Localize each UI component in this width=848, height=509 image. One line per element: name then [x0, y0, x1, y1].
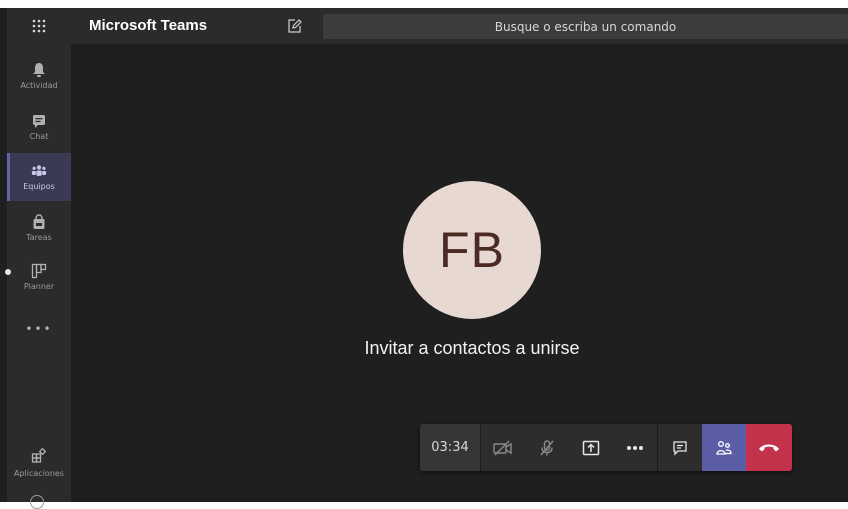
app-launcher-button[interactable]	[7, 8, 71, 44]
teams-icon	[31, 163, 47, 179]
conversation-icon	[673, 440, 687, 456]
participants-icon	[716, 440, 732, 455]
apps-label: Aplicaciones	[14, 469, 64, 478]
rail-item-label: Planner	[23, 282, 55, 291]
participant-avatar: FB	[403, 181, 541, 319]
compose-icon	[288, 19, 302, 33]
search-input[interactable]: Busque o escriba un comando	[323, 14, 848, 39]
share-screen-button[interactable]	[569, 424, 613, 471]
rail-item-label: Chat	[29, 132, 49, 141]
mic-toggle-button[interactable]	[525, 424, 569, 471]
top-bar: Microsoft Teams Busque o escriba un coma…	[71, 8, 848, 44]
rail-item-tareas[interactable]: Tareas	[7, 204, 71, 252]
rail-item-label: Actividad	[20, 81, 58, 90]
camera-off-icon	[493, 440, 512, 455]
apps-button[interactable]: Aplicaciones	[7, 443, 71, 483]
chat-icon	[31, 113, 47, 129]
bag-icon	[31, 214, 47, 230]
rail-item-actividad[interactable]: Actividad	[7, 52, 71, 100]
hang-up-icon	[759, 444, 779, 451]
rail-item-planner[interactable]: Planner	[7, 253, 71, 301]
invite-contacts-text: Invitar a contactos a unirse	[364, 338, 580, 358]
help-icon[interactable]	[30, 495, 44, 509]
call-timer: 03:34	[420, 424, 481, 471]
show-conversation-button[interactable]	[657, 424, 702, 471]
rail-item-label: Equipos	[23, 182, 55, 191]
more-icon	[627, 445, 643, 450]
hang-up-button[interactable]	[746, 424, 792, 471]
call-controls-bar: 03:34	[420, 424, 792, 471]
show-participants-button[interactable]	[702, 424, 746, 471]
bell-icon	[31, 62, 47, 78]
mic-off-icon	[540, 439, 554, 455]
share-screen-icon	[582, 440, 600, 455]
planner-icon	[31, 263, 47, 279]
new-chat-button[interactable]	[286, 18, 302, 34]
rail-item-equipos[interactable]: Equipos	[7, 153, 71, 201]
app-title: Microsoft Teams	[89, 17, 208, 34]
app-rail: Actividad Chat Equipos Tareas Planner ••…	[7, 8, 71, 502]
more-actions-button[interactable]	[613, 424, 657, 471]
more-apps-button[interactable]: •••	[7, 322, 71, 336]
apps-icon	[31, 447, 47, 466]
rail-item-label: Tareas	[26, 233, 52, 242]
rail-item-chat[interactable]: Chat	[7, 103, 71, 151]
waffle-icon	[32, 19, 46, 33]
drag-handle[interactable]	[5, 269, 11, 275]
camera-toggle-button[interactable]	[481, 424, 525, 471]
